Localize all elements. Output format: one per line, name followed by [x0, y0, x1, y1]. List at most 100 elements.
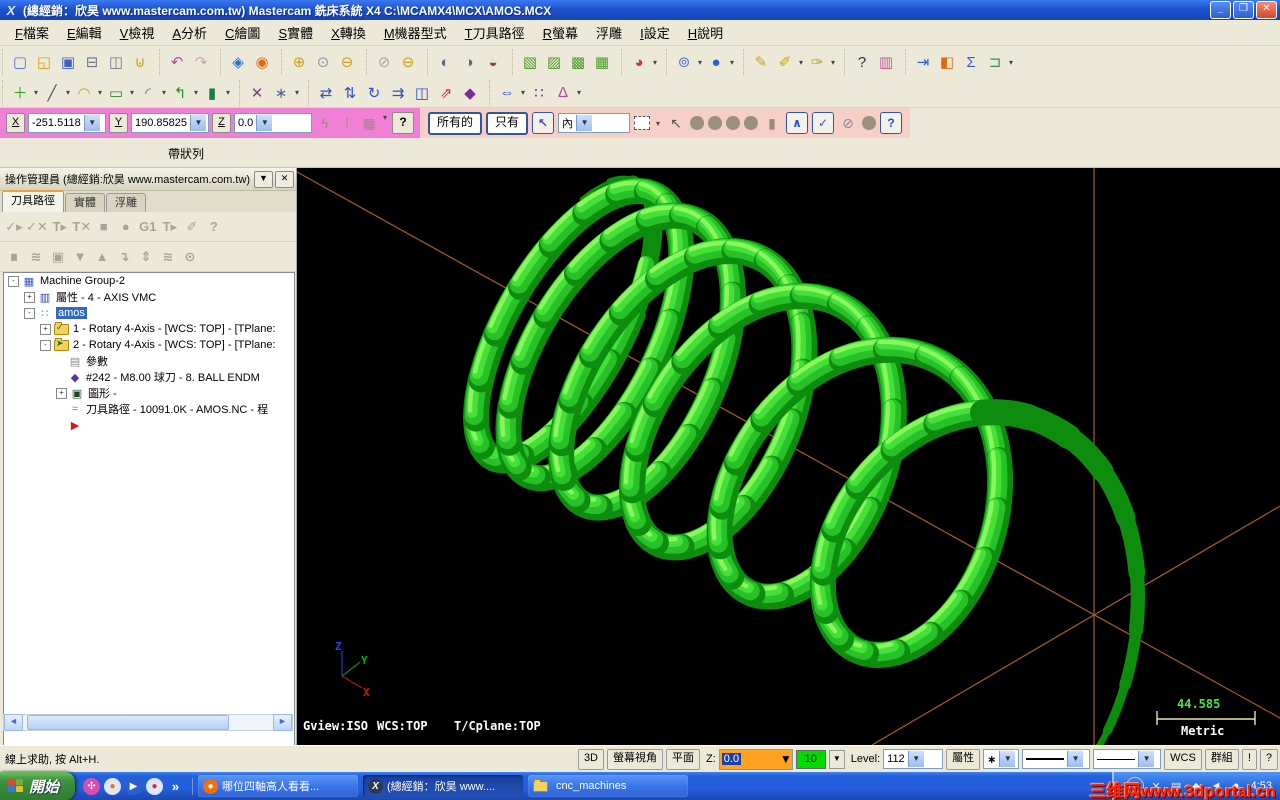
gview-side-icon[interactable]: ▩ — [567, 51, 589, 73]
print-icon[interactable]: ⊟ — [81, 51, 103, 73]
post-selected-icon[interactable]: T▸ — [160, 217, 180, 237]
expand-plus-icon[interactable]: + — [40, 323, 51, 335]
z-coord-input[interactable]: 0.0 ▼ — [234, 113, 312, 133]
note-icon-dropdown[interactable]: ▾ — [575, 88, 583, 97]
create-point-icon-dropdown[interactable]: ▾ — [32, 88, 40, 97]
create-fillet-icon-dropdown[interactable]: ▾ — [160, 88, 168, 97]
select-cursor-button[interactable]: ↖ — [532, 112, 555, 134]
xform-copy-icon[interactable]: ⇅ — [339, 82, 361, 104]
tree-row[interactable]: - ∷ amos — [4, 305, 294, 321]
analyze-chain-icon[interactable]: ⊐ — [984, 51, 1006, 73]
menu-item-F[interactable]: F檔案 — [6, 21, 58, 44]
in-combo-arrow-icon[interactable]: ▼ — [576, 115, 593, 131]
lock-op-icon[interactable]: ∎ — [4, 247, 24, 267]
join-entities-icon[interactable]: ∗ — [270, 82, 292, 104]
scroll-ops-icon[interactable]: ⇕ — [136, 247, 156, 267]
attributes-button[interactable]: 屬性 — [946, 748, 981, 770]
menu-item-T[interactable]: T刀具路徑 — [456, 21, 534, 44]
join-entities-icon-dropdown[interactable]: ▾ — [293, 88, 301, 97]
unzoom-icon[interactable]: ⊘ — [373, 51, 395, 73]
pan-icon[interactable]: ◈ — [227, 51, 249, 73]
fit-between-icon-dropdown[interactable]: ▾ — [519, 88, 527, 97]
select-last-icon[interactable]: ∧ — [786, 112, 809, 134]
quicklaunch-firefox-icon[interactable]: ● — [104, 777, 122, 795]
start-button[interactable]: 開始 — [0, 772, 76, 800]
tab-刀具路徑[interactable]: 刀具路徑 — [2, 190, 64, 212]
shaded-sphere-icon[interactable]: ● — [705, 51, 727, 73]
scroll-left-arrow-icon[interactable]: ◄ — [4, 714, 23, 731]
z-coord-button[interactable]: Z — [212, 113, 231, 133]
quicklaunch-more-icon[interactable]: » — [167, 778, 184, 795]
new-file-icon[interactable]: ▢ — [9, 51, 31, 73]
menu-item-S[interactable]: S實體 — [269, 21, 322, 44]
color-dropdown-icon[interactable]: ▼ — [828, 749, 845, 769]
menu-item-R[interactable]: R螢幕 — [534, 21, 587, 44]
autocursor-help-button[interactable]: ? — [392, 112, 414, 134]
undo-icon[interactable]: ↶ — [166, 51, 188, 73]
tree-row[interactable]: ◆ #242 - M8.00 球刀 - 8. BALL ENDM — [4, 369, 294, 385]
create-line-icon[interactable]: ╱ — [41, 82, 63, 104]
line-style-arrow-icon[interactable]: ▼ — [1067, 751, 1084, 767]
dynamic-rotate-icon[interactable]: ◉ — [251, 51, 273, 73]
scrollbar-thumb[interactable] — [27, 715, 229, 730]
line-style-combo[interactable]: ▼ — [1022, 749, 1091, 769]
tree-row[interactable]: ▤ 參數 — [4, 353, 294, 369]
current-color-swatch[interactable]: 10 — [795, 749, 826, 769]
create-line-icon-dropdown[interactable]: ▾ — [64, 88, 72, 97]
menu-item-A[interactable]: A分析 — [163, 21, 216, 44]
tree-row[interactable]: - ▦ Machine Group-2 — [4, 273, 294, 289]
create-arc-icon[interactable]: ◠ — [73, 82, 95, 104]
blank-entity-icon[interactable]: ◑ — [458, 51, 480, 73]
unblank-entity-icon[interactable]: ◒ — [482, 51, 504, 73]
select-all-ops-icon[interactable]: ✓▸ — [4, 217, 24, 237]
tree-row[interactable]: + ✓ 1 - Rotary 4-Axis - [WCS: TOP] - [TPla… — [4, 321, 294, 337]
tray-mastercam-icon[interactable]: ✕ — [1149, 779, 1164, 794]
analyze-distance-icon[interactable]: ⇥ — [912, 51, 934, 73]
tree-row[interactable]: ► — [4, 417, 294, 433]
level-arrow-icon[interactable]: ▼ — [907, 751, 924, 767]
wcs-button[interactable]: WCS — [1164, 748, 1202, 770]
gview-iso-icon[interactable]: ▧ — [519, 51, 541, 73]
z-depth-combo[interactable]: 0.0 ▼ — [718, 748, 793, 770]
menu-item-E[interactable]: E編輯 — [58, 21, 111, 44]
shaded-sphere-icon-dropdown[interactable]: ▾ — [728, 58, 736, 67]
insert-arrow-move-icon[interactable]: ↴ — [114, 247, 134, 267]
select-all-button[interactable]: 所有的 — [428, 111, 483, 135]
menu-item-H[interactable]: H說明 — [679, 21, 732, 44]
edit-feed-icon[interactable]: ✐ — [182, 217, 202, 237]
analyze-area-icon[interactable]: ◧ — [936, 51, 958, 73]
trim-break-icon[interactable]: ✕ — [246, 82, 268, 104]
verify-icon[interactable]: ● — [116, 217, 136, 237]
expand-plus-icon[interactable]: + — [24, 291, 35, 303]
zoom-target-icon[interactable]: ⊙ — [312, 51, 334, 73]
collapse-minus-icon[interactable]: - — [40, 339, 51, 351]
redo-icon[interactable]: ↷ — [190, 51, 212, 73]
menu-item-浮雕[interactable]: 浮雕 — [587, 21, 631, 44]
backplot-icon[interactable]: ■ — [94, 217, 114, 237]
tree-row[interactable]: - ➤ 2 - Rotary 4-Axis - [WCS: TOP] - [TPla… — [4, 337, 294, 353]
point-style-arrow-icon[interactable]: ▼ — [999, 751, 1016, 767]
create-cylinder-icon-dropdown[interactable]: ▾ — [224, 88, 232, 97]
select-arrow-icon[interactable]: ↖ — [666, 113, 686, 133]
point-style-combo[interactable]: ∗ ▼ — [983, 749, 1020, 769]
quicklaunch-red-player-icon[interactable]: ● — [146, 777, 164, 795]
select-in-combo[interactable]: 內 ▼ — [558, 113, 631, 133]
minimize-button[interactable]: _ — [1210, 1, 1231, 19]
tree-row[interactable]: ≈ 刀具路徑 - 10091.0K - AMOS.NC - 程 — [4, 401, 294, 417]
line-width-arrow-icon[interactable]: ▼ — [1138, 751, 1155, 767]
analyze-chain-icon-dropdown[interactable]: ▾ — [1007, 58, 1015, 67]
create-arc-icon-dropdown[interactable]: ▾ — [96, 88, 104, 97]
y-coord-button[interactable]: Y — [109, 113, 128, 133]
move-up-icon[interactable]: ▲ — [92, 247, 112, 267]
tree-row[interactable]: + ▣ 圖形 - — [4, 385, 294, 401]
create-polyline-icon-dropdown[interactable]: ▾ — [192, 88, 200, 97]
tray-volume-icon[interactable]: ◄ — [1209, 779, 1224, 794]
fit-between-icon[interactable]: ⇔ — [496, 82, 518, 104]
taskbar-task-folder-task-icon[interactable]: cnc_machines — [528, 775, 689, 797]
xform-rotate-icon[interactable]: ↻ — [363, 82, 385, 104]
statusbar-button-平面[interactable]: 平面 — [666, 748, 700, 770]
tray-chevron-icon[interactable]: ◂ — [1125, 777, 1144, 795]
cursor-fan-icon-dropdown[interactable]: ▾ — [381, 113, 389, 133]
scroll-right-arrow-icon[interactable]: ► — [273, 714, 292, 731]
print-preview-icon[interactable]: ◫ — [105, 51, 127, 73]
